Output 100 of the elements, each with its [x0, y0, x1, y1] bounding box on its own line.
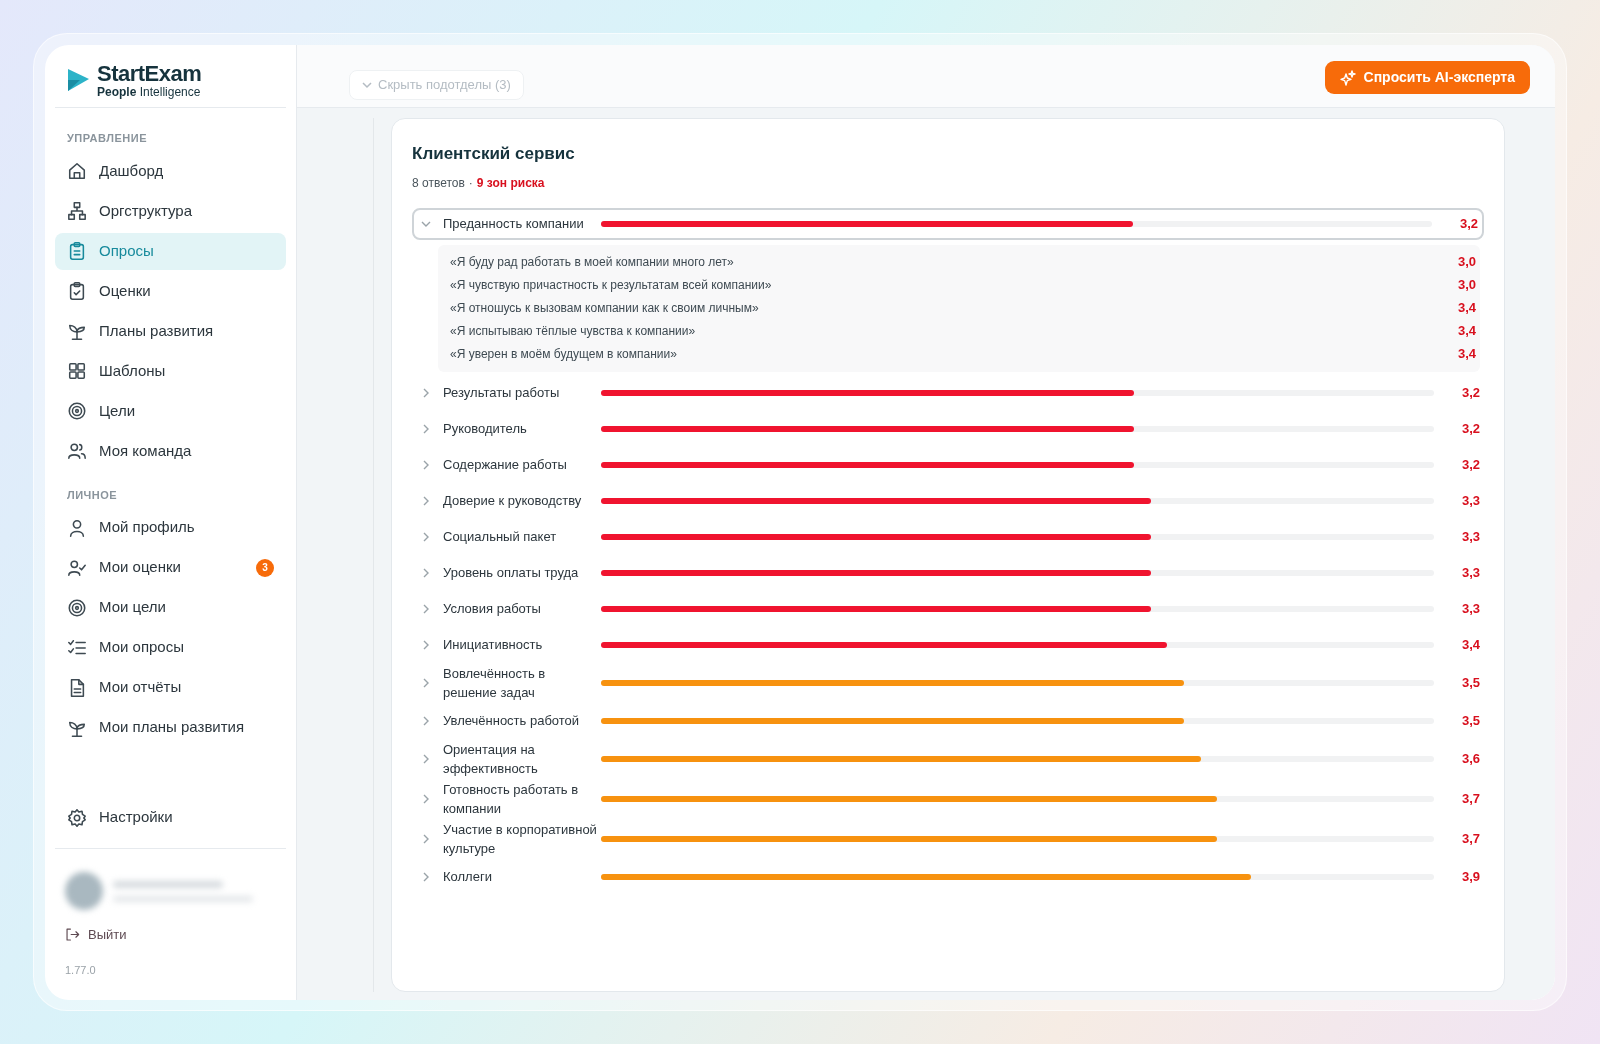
sidebar-item[interactable]: Оргструктура: [55, 192, 286, 230]
chevron-right-icon: [421, 833, 431, 844]
chevron-right-icon: [421, 639, 431, 650]
statement-score: 3,4: [1457, 299, 1476, 318]
sidebar-item[interactable]: Мои оценки 3: [55, 549, 286, 586]
sidebar-item[interactable]: Мои планы развития: [55, 709, 286, 746]
hierarchy-icon: [67, 201, 87, 221]
sidebar-item[interactable]: Мой профиль: [55, 509, 286, 546]
score-value: 3,2: [1460, 383, 1480, 402]
logout-link[interactable]: Выйти: [65, 925, 127, 945]
statement-score: 3,4: [1457, 322, 1476, 341]
factor-row[interactable]: Коллеги 3,9: [412, 858, 1484, 895]
factor-row[interactable]: Условия работы 3,3: [412, 590, 1484, 627]
risk-count: 9 зон риска: [476, 174, 545, 192]
separator: ·: [468, 174, 473, 192]
chevron-right-icon: [421, 793, 431, 804]
chevron-right-icon: [421, 423, 431, 434]
sidebar-item[interactable]: Дашборд: [55, 152, 286, 190]
card-title: Клиентский сервис: [412, 143, 576, 165]
score-value: 3,3: [1460, 491, 1480, 510]
factor-row[interactable]: Ориентация на эффективность 3,6: [412, 738, 1484, 779]
settings-icon: [67, 807, 87, 828]
factor-label: Содержание работы: [443, 456, 568, 474]
score-value: 3,9: [1460, 867, 1480, 886]
score-value: 3,2: [1460, 419, 1480, 438]
factor-label: Увлечённость работой: [443, 712, 581, 730]
factor-label: Доверие к руководству: [443, 492, 583, 510]
factor-row[interactable]: Доверие к руководству 3,3: [412, 482, 1484, 519]
chevron-right-icon: [421, 677, 431, 688]
score-value: 3,2: [1458, 214, 1478, 233]
factor-row[interactable]: Содержание работы 3,2: [412, 446, 1484, 483]
sidebar-item[interactable]: Опросы: [55, 232, 286, 270]
factor-row[interactable]: Увлечённость работой 3,5: [412, 702, 1484, 739]
chevron-down-icon: [362, 79, 372, 90]
sidebar-item[interactable]: Оценки: [55, 272, 286, 310]
target-icon: [67, 401, 87, 421]
grid-icon: [67, 361, 87, 381]
response-count: 8 ответов: [412, 174, 465, 192]
logout-icon: [65, 927, 80, 943]
factor-label: Уровень оплаты труда: [443, 564, 580, 582]
factor-label: Инициативность: [443, 636, 544, 654]
logo-icon: [65, 67, 91, 93]
chevron-right-icon: [421, 753, 431, 764]
settings-item[interactable]: Настройки: [55, 799, 286, 836]
factor-row[interactable]: Вовлечённость в решение задач 3,5: [412, 662, 1484, 703]
sidebar-item[interactable]: Мои отчёты: [55, 669, 286, 706]
factor-row[interactable]: Готовность работать в компании 3,7: [412, 778, 1484, 819]
score-value: 3,6: [1460, 749, 1480, 768]
factor-row[interactable]: Участие в корпоративной культуре 3,7: [412, 818, 1484, 859]
statement-text: «Я отношусь к вызовам компании как к своим личным»: [450, 300, 760, 317]
avatar: [65, 872, 103, 910]
factor-label: Условия работы: [443, 600, 542, 618]
factor-row[interactable]: Инициативность 3,4: [412, 626, 1484, 663]
factor-label: Готовность работать в компании: [443, 780, 580, 818]
brand-tagline: People Intelligence: [97, 85, 202, 98]
section-heading: УПРАВЛЕНИЕ: [66, 131, 148, 146]
factor-label: Вовлечённость в решение задач: [443, 664, 547, 702]
statement-text: «Я уверен в моём будущем в компании»: [450, 346, 678, 363]
chevron-right-icon: [421, 715, 431, 726]
score-value: 3,7: [1460, 829, 1480, 848]
chevron-right-icon: [421, 603, 431, 614]
statement-score: 3,0: [1457, 253, 1476, 272]
target-icon: [67, 597, 87, 618]
sidebar-item[interactable]: Мои цели: [55, 589, 286, 626]
sidebar-item[interactable]: Мои опросы: [55, 629, 286, 666]
factor-row[interactable]: Уровень оплаты труда 3,3: [412, 554, 1484, 591]
factor-label: Социальный пакет: [443, 528, 558, 546]
sidebar-item[interactable]: Моя команда: [55, 432, 286, 470]
score-value: 3,2: [1460, 455, 1480, 474]
sidebar-item[interactable]: Шаблоны: [55, 352, 286, 390]
chevron-right-icon: [421, 567, 431, 578]
factor-label: Участие в корпоративной культуре: [443, 820, 598, 858]
sidebar-item[interactable]: Цели: [55, 392, 286, 430]
score-value: 3,3: [1460, 527, 1480, 546]
chevron-right-icon: [421, 459, 431, 470]
factor-row[interactable]: Руководитель 3,2: [412, 410, 1484, 447]
brand-name: StartExam: [97, 62, 202, 85]
factor-label: Коллеги: [443, 868, 493, 886]
factor-label: Руководитель: [443, 420, 528, 438]
chevron-right-icon: [421, 531, 431, 542]
statement-text: «Я чувствую причастность к результатам всей компании»: [450, 277, 773, 294]
user-check-icon: [67, 557, 87, 578]
chevron-right-icon: [421, 495, 431, 506]
score-value: 3,5: [1460, 673, 1480, 692]
statement-text: «Я буду рад работать в моей компании много лет»: [450, 254, 735, 271]
factor-row[interactable]: Преданность компании 3,2: [412, 207, 1484, 240]
factor-label: Результаты работы: [443, 384, 561, 402]
chevron-right-icon: [421, 387, 431, 398]
factor-label: Преданность компании: [443, 215, 585, 233]
user-icon: [67, 517, 87, 538]
chevron-right-icon: [421, 871, 431, 882]
score-value: 3,3: [1460, 599, 1480, 618]
score-value: 3,7: [1460, 789, 1480, 808]
sidebar-item[interactable]: Планы развития: [55, 312, 286, 350]
factor-row[interactable]: Социальный пакет 3,3: [412, 518, 1484, 555]
sparkle-icon: [1339, 69, 1356, 86]
section-heading: ЛИЧНОЕ: [66, 487, 119, 503]
count-badge: 3: [256, 558, 274, 577]
clipboard-list-icon: [67, 241, 87, 261]
factor-row[interactable]: Результаты работы 3,2: [412, 374, 1484, 411]
